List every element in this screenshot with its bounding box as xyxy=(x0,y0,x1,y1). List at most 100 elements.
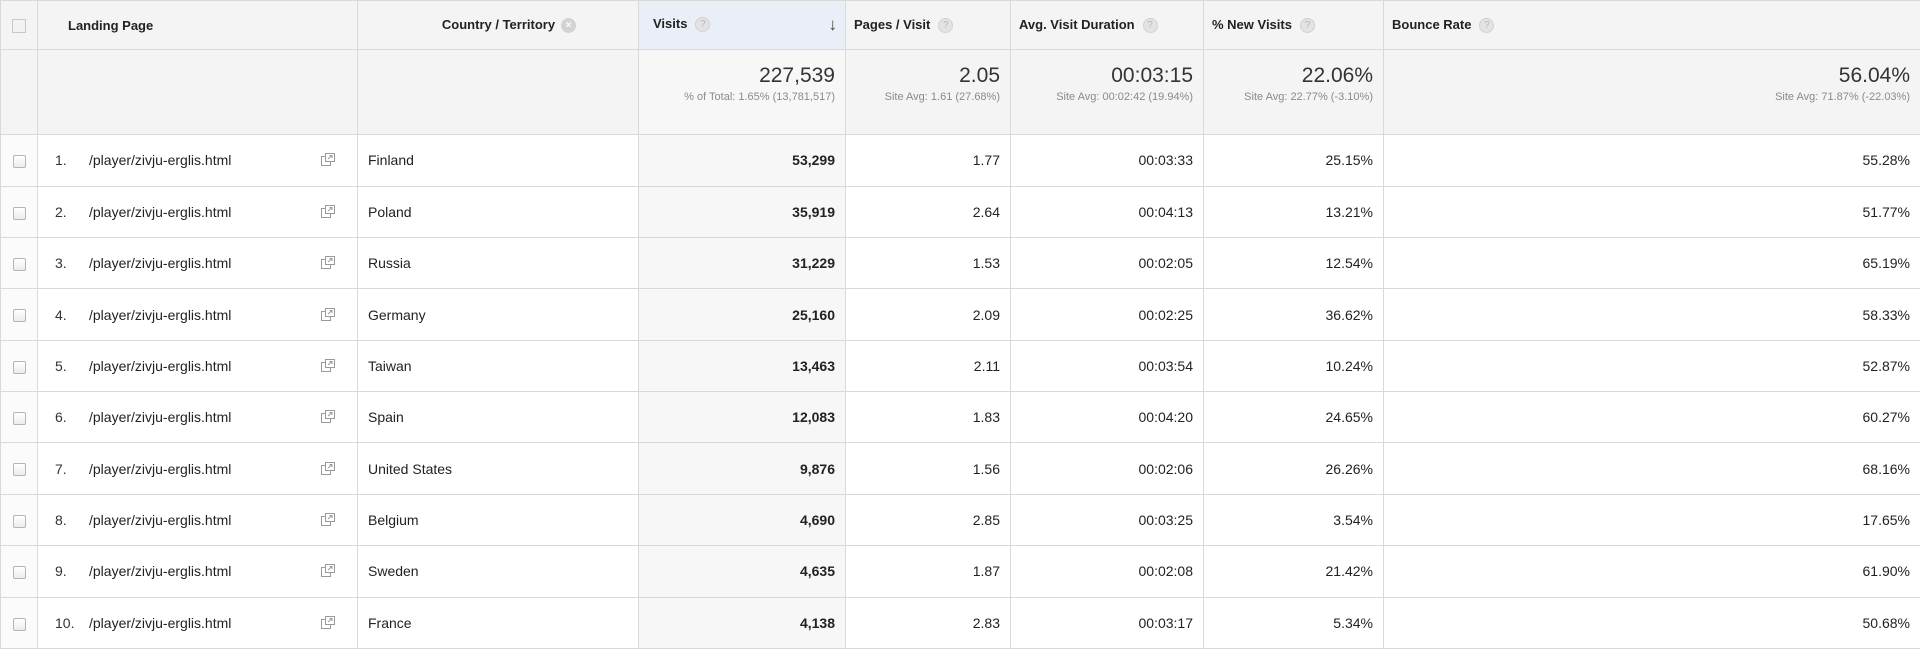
totals-visits-value: 227,539 xyxy=(759,64,835,87)
landing-page-link[interactable]: /player/zivju-erglis.html xyxy=(89,358,231,374)
landing-page-cell: 5. /player/zivju-erglis.html xyxy=(37,339,358,393)
landing-page-cell: 9. /player/zivju-erglis.html xyxy=(37,545,358,598)
landing-page-link[interactable]: /player/zivju-erglis.html xyxy=(89,255,231,271)
new-visits-cell: 25.15% xyxy=(1203,134,1384,187)
header-avg-visit-duration[interactable]: Avg. Visit Duration? xyxy=(1010,0,1204,50)
avg-visit-duration-cell: 00:03:54 xyxy=(1010,339,1204,393)
landing-page-cell: 6. /player/zivju-erglis.html xyxy=(37,391,358,444)
avg-visit-duration-cell: 00:03:33 xyxy=(1010,134,1204,187)
row-checkbox[interactable] xyxy=(12,617,26,631)
open-external-link-icon[interactable] xyxy=(320,512,336,527)
country-link[interactable]: Taiwan xyxy=(368,358,412,374)
row-checkbox[interactable] xyxy=(12,257,26,271)
row-checkbox[interactable] xyxy=(12,360,26,374)
landing-page-link[interactable]: /player/zivju-erglis.html xyxy=(89,307,231,323)
select-all-checkbox[interactable] xyxy=(12,18,26,33)
header-pages-per-visit[interactable]: Pages / Visit? xyxy=(845,0,1011,50)
open-external-link-icon[interactable] xyxy=(320,307,336,322)
row-checkbox[interactable] xyxy=(12,514,26,528)
help-icon[interactable]: ? xyxy=(1142,18,1158,34)
row-checkbox[interactable] xyxy=(12,309,26,323)
bounce-rate-cell: 52.87% xyxy=(1383,339,1920,393)
row-checkbox[interactable] xyxy=(12,463,26,477)
new-visits-cell: 5.34% xyxy=(1203,596,1384,649)
totals-bounce-rate: 56.04% Site Avg: 71.87% (-22.03%) xyxy=(1383,48,1920,136)
open-external-link-icon[interactable] xyxy=(320,615,336,630)
row-checkbox[interactable] xyxy=(12,412,26,426)
avg-visit-duration-cell: 00:03:17 xyxy=(1010,596,1204,649)
header-visits-label: Visits xyxy=(653,16,688,31)
row-checkbox[interactable] xyxy=(12,566,26,580)
bounce-rate-cell: 55.28% xyxy=(1383,134,1920,187)
pages-per-visit-cell: 2.64 xyxy=(845,185,1011,238)
open-external-link-icon[interactable] xyxy=(320,461,336,476)
country-link[interactable]: Germany xyxy=(368,307,426,323)
country-link[interactable]: Poland xyxy=(368,204,412,220)
landing-page-cell: 2. /player/zivju-erglis.html xyxy=(37,185,358,238)
sort-descending-icon[interactable]: ↓ xyxy=(829,16,838,34)
totals-avg-visit-duration: 00:03:15 Site Avg: 00:02:42 (19.94%) xyxy=(1010,48,1204,136)
country-cell: Poland xyxy=(357,185,639,238)
country-cell: Spain xyxy=(357,391,639,444)
totals-pages-per-visit-value: 2.05 xyxy=(959,64,1000,87)
table-row: 9. /player/zivju-erglis.html Sweden 4,635… xyxy=(0,545,1920,598)
country-cell: Taiwan xyxy=(357,339,639,393)
open-external-link-icon[interactable] xyxy=(320,409,336,424)
header-bounce-rate[interactable]: Bounce Rate? xyxy=(1383,0,1920,50)
header-visits[interactable]: Visits? ↓ xyxy=(638,0,846,50)
open-external-link-icon[interactable] xyxy=(320,358,336,373)
header-avg-visit-duration-label: Avg. Visit Duration xyxy=(1019,16,1135,32)
pages-per-visit-cell: 2.85 xyxy=(845,493,1011,547)
bounce-rate-cell: 51.77% xyxy=(1383,185,1920,238)
row-check-cell xyxy=(0,185,38,238)
header-new-visits[interactable]: % New Visits? xyxy=(1203,0,1384,50)
table-row: 10. /player/zivju-erglis.html France 4,13… xyxy=(0,596,1920,649)
landing-page-link[interactable]: /player/zivju-erglis.html xyxy=(89,615,231,631)
landing-page-link[interactable]: /player/zivju-erglis.html xyxy=(89,563,231,579)
totals-new-visits-value: 22.06% xyxy=(1301,64,1373,87)
country-cell: Belgium xyxy=(357,493,639,547)
country-link[interactable]: France xyxy=(368,615,412,631)
help-icon[interactable]: ? xyxy=(1479,18,1495,34)
landing-page-link[interactable]: /player/zivju-erglis.html xyxy=(89,461,231,477)
row-check-cell xyxy=(0,442,38,495)
totals-new-visits-sub: Site Avg: 22.77% (-3.10%) xyxy=(1244,91,1373,103)
country-link[interactable]: Spain xyxy=(368,409,404,425)
row-check-cell xyxy=(0,236,38,290)
country-link[interactable]: Finland xyxy=(368,152,414,168)
landing-page-link[interactable]: /player/zivju-erglis.html xyxy=(89,204,231,220)
remove-dimension-icon[interactable]: × xyxy=(561,18,577,34)
row-rank: 1. xyxy=(55,152,67,169)
open-external-link-icon[interactable] xyxy=(320,204,336,219)
landing-page-link[interactable]: /player/zivju-erglis.html xyxy=(89,152,231,168)
open-external-link-icon[interactable] xyxy=(320,563,336,578)
totals-row: 227,539 % of Total: 1.65% (13,781,517) 2… xyxy=(0,48,1920,136)
open-external-link-icon[interactable] xyxy=(320,152,336,167)
row-checkbox[interactable] xyxy=(12,155,26,169)
row-rank: 2. xyxy=(55,203,67,220)
avg-visit-duration-cell: 00:04:13 xyxy=(1010,185,1204,238)
help-icon[interactable]: ? xyxy=(695,17,711,33)
header-landing-page[interactable]: Landing Page xyxy=(37,0,358,50)
country-link[interactable]: Belgium xyxy=(368,512,419,528)
new-visits-cell: 21.42% xyxy=(1203,545,1384,598)
table-row: 7. /player/zivju-erglis.html United State… xyxy=(0,442,1920,495)
totals-landing-page-cell xyxy=(37,48,358,136)
header-landing-page-label: Landing Page xyxy=(68,17,154,33)
row-checkbox[interactable] xyxy=(12,206,26,220)
header-country[interactable]: Country / Territory × xyxy=(357,0,639,50)
open-external-link-icon[interactable] xyxy=(320,255,336,270)
country-link[interactable]: Russia xyxy=(368,255,411,271)
new-visits-cell: 3.54% xyxy=(1203,493,1384,547)
help-icon[interactable]: ? xyxy=(938,18,954,34)
country-link[interactable]: United States xyxy=(368,461,452,477)
row-rank: 5. xyxy=(55,357,67,374)
country-cell: Germany xyxy=(357,288,639,341)
new-visits-cell: 24.65% xyxy=(1203,391,1384,444)
landing-page-link[interactable]: /player/zivju-erglis.html xyxy=(89,512,231,528)
country-cell: United States xyxy=(357,442,639,495)
help-icon[interactable]: ? xyxy=(1299,18,1315,34)
country-link[interactable]: Sweden xyxy=(368,563,419,579)
landing-page-link[interactable]: /player/zivju-erglis.html xyxy=(89,409,231,425)
visits-cell: 9,876 xyxy=(638,442,846,495)
